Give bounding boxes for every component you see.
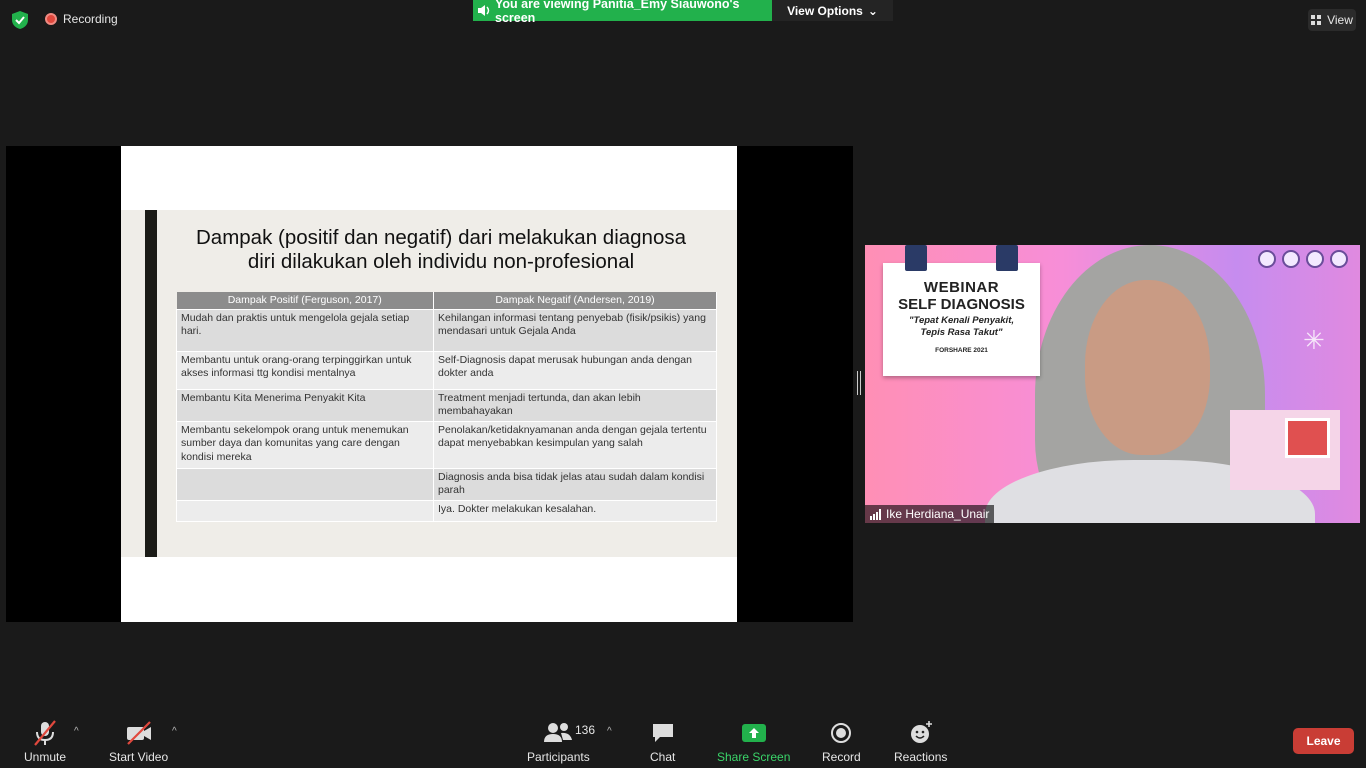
meeting-toolbar: Unmute ^ Start Video ^ Participants 136 … [0,712,1366,768]
background-shelf [1230,410,1340,490]
sponsor-logos [1258,250,1348,268]
table-row: Mudah dan praktis untuk mengelola gejala… [176,308,717,352]
table-header: Dampak Negatif (Andersen, 2019) [433,292,717,309]
share-screen-button[interactable]: Share Screen [717,720,790,764]
table-cell: Iya. Dokter melakukan kesalahan. [433,499,717,522]
unmute-button[interactable]: Unmute [24,720,66,764]
top-bar: Recording You are viewing Panitia_Emy Si… [0,0,1366,40]
reactions-icon [910,721,932,743]
impact-table: Dampak Positif (Ferguson, 2017) Dampak N… [176,292,717,522]
reactions-button[interactable]: Reactions [894,720,947,764]
video-options-caret[interactable]: ^ [172,726,177,737]
presentation-slide: Dampak (positif dan negatif) dari melaku… [121,146,737,622]
reactions-label: Reactions [894,750,948,764]
table-cell: Self-Diagnosis dapat merusak hubungan an… [433,350,717,390]
sparkle-icon: ✳ [1303,325,1325,355]
poster-tagline: "Tepat Kenali Penyakit, [909,315,1014,326]
audio-options-caret[interactable]: ^ [74,726,79,737]
chat-button[interactable]: Chat [650,720,675,764]
share-screen-label: Share Screen [717,750,791,764]
logo-icon [1258,250,1276,268]
view-label: View [1327,13,1353,27]
participants-label: Participants [527,750,590,764]
clip-icon [996,245,1018,271]
grid-view-icon [1311,14,1322,25]
recording-label: Recording [63,12,118,26]
record-button[interactable]: Record [822,720,861,764]
participants-options-caret[interactable]: ^ [607,726,612,737]
security-shield-icon[interactable] [12,11,28,29]
view-options-label: View Options [787,3,863,18]
table-row: Iya. Dokter melakukan kesalahan. [176,499,717,522]
leave-button[interactable]: Leave [1293,728,1354,754]
poster-tagline: Tepis Rasa Takut" [920,327,1003,338]
record-label: Record [822,750,861,764]
participant-count: 136 [575,723,596,737]
shared-screen: Dampak (positif dan negatif) dari melaku… [6,146,853,622]
split-resize-handle[interactable] [857,371,861,395]
table-row: Membantu untuk orang-orang terpinggirkan… [176,350,717,390]
chat-icon [652,724,673,742]
chevron-down-icon: ⌄ [867,3,878,18]
slide-accent-bar [145,210,157,557]
viewing-banner: You are viewing Panitia_Emy Siauwono's s… [473,0,772,25]
poster-footer: FORSHARE 2021 [935,347,988,354]
table-cell: Membantu untuk orang-orang terpinggirkan… [176,350,434,390]
participant-name-tag: Ike Herdiana_Unair [865,505,995,523]
view-options-button[interactable]: View Options ⌄ [772,0,893,21]
start-video-label: Start Video [109,750,169,764]
start-video-button[interactable]: Start Video [109,720,168,764]
clip-icon [905,245,927,271]
share-screen-icon [741,724,766,742]
participant-video[interactable]: ✳ WEBINAR SELF DIAGNOSIS "Tepat Kenali P… [865,245,1360,523]
viewing-banner-text: You are viewing Panitia_Emy Siauwono's s… [495,0,740,25]
table-row: Membantu sekelompok orang untuk menemuka… [176,420,717,469]
record-icon [831,723,852,743]
table-header: Dampak Positif (Ferguson, 2017) [176,292,434,309]
recording-indicator[interactable]: Recording [45,12,118,26]
slide-title: Dampak (positif dan negatif) dari melaku… [163,226,719,274]
microphone-muted-icon [34,720,56,746]
slide-content: Dampak (positif dan negatif) dari melaku… [121,210,737,557]
table-cell: Kehilangan informasi tentang penyebab (f… [433,308,717,352]
table-cell: Diagnosis anda bisa tidak jelas atau sud… [433,467,717,501]
participants-icon [544,723,573,742]
table-row: Diagnosis anda bisa tidak jelas atau sud… [176,467,717,501]
webinar-poster: WEBINAR SELF DIAGNOSIS "Tepat Kenali Pen… [883,245,1040,376]
table-cell: Penolakan/ketidaknyamanan anda dengan ge… [433,420,717,469]
table-cell [176,467,434,501]
poster-subtitle: SELF DIAGNOSIS [898,296,1025,313]
unmute-label: Unmute [24,750,67,764]
camera-off-icon [126,721,151,745]
table-cell: Membantu sekelompok orang untuk menemuka… [176,420,434,469]
table-cell [176,499,434,522]
logo-icon [1282,250,1300,268]
chat-label: Chat [650,750,676,764]
poster-title: WEBINAR [923,279,1000,296]
table-row: Membantu Kita Menerima Penyakit Kita Tre… [176,388,717,422]
table-cell: Mudah dan praktis untuk mengelola gejala… [176,308,434,352]
table-cell: Membantu Kita Menerima Penyakit Kita [176,388,434,422]
table-header-row: Dampak Positif (Ferguson, 2017) Dampak N… [176,292,717,309]
signal-strength-icon [870,508,881,520]
speaker-face [1085,280,1210,455]
logo-icon [1330,250,1348,268]
table-cell: Treatment menjadi tertunda, dan akan leb… [433,388,717,422]
speaker-icon [478,5,490,16]
view-button[interactable]: View [1308,9,1356,31]
recording-icon [45,13,57,25]
slide-title-line: diri dilakukan oleh individu non-profesi… [247,250,635,273]
participant-name: Ike Herdiana_Unair [886,507,990,521]
slide-title-line: Dampak (positif dan negatif) dari melaku… [196,226,686,249]
logo-icon [1306,250,1324,268]
